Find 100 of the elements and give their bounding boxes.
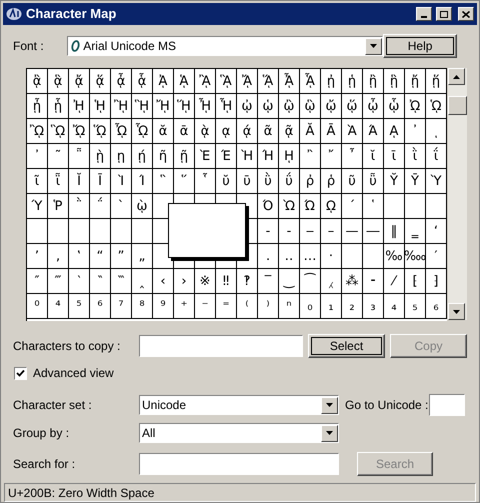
character-cell[interactable]: “ (90, 244, 111, 269)
character-cell[interactable]: ‖ (384, 219, 405, 244)
character-cell[interactable]: ᾡ (258, 94, 279, 119)
character-cell[interactable]: ᾆ (111, 69, 132, 94)
character-cell[interactable]: ₁ (321, 294, 342, 319)
character-cell[interactable]: ᾪ (27, 119, 48, 144)
character-cell[interactable]: ᾼ (384, 119, 405, 144)
character-cell[interactable]: ⁶ (90, 294, 111, 319)
character-cell[interactable]: ᾝ (174, 94, 195, 119)
character-cell[interactable]: Ώ (300, 194, 321, 219)
character-cell[interactable]: ᾚ (111, 94, 132, 119)
character-cell[interactable]: ᾍ (258, 69, 279, 94)
character-cell[interactable]: ” (111, 244, 132, 269)
character-cell[interactable]: ᾑ (342, 69, 363, 94)
character-cell[interactable]: ⁺ (174, 294, 195, 319)
character-cell[interactable]: ῞ (174, 169, 195, 194)
empty-cell[interactable] (48, 219, 69, 244)
character-cell[interactable]: ᾖ (27, 94, 48, 119)
character-cell[interactable]: ῗ (48, 169, 69, 194)
character-cell[interactable]: ‿ (279, 269, 300, 294)
character-cell[interactable]: ⁼ (216, 294, 237, 319)
character-cell[interactable]: Ή (258, 144, 279, 169)
character-cell[interactable]: ῭ (69, 194, 90, 219)
character-cell[interactable]: Ῥ (48, 194, 69, 219)
character-cell[interactable]: ᾰ (153, 119, 174, 144)
character-cell[interactable]: ᾠ (237, 94, 258, 119)
character-cell[interactable]: ῝ (153, 169, 174, 194)
character-cell[interactable]: ⁀ (300, 269, 321, 294)
checkbox[interactable] (14, 366, 27, 380)
character-cell[interactable]: ᾤ (321, 94, 342, 119)
character-cell[interactable]: Ῠ (384, 169, 405, 194)
character-cell[interactable]: Έ (216, 144, 237, 169)
character-cell[interactable]: ₀ (300, 294, 321, 319)
help-button[interactable]: Help (383, 34, 458, 58)
character-cell[interactable]: ΐ (426, 144, 447, 169)
character-cell[interactable]: ᾨ (405, 94, 426, 119)
character-cell[interactable]: ι (426, 119, 447, 144)
character-cell[interactable]: ⁷ (111, 294, 132, 319)
empty-cell[interactable] (69, 219, 90, 244)
character-cell[interactable]: – (321, 219, 342, 244)
character-cell[interactable]: ⁅ (405, 269, 426, 294)
character-cell[interactable]: ῏ (342, 144, 363, 169)
scrollbar[interactable] (448, 68, 467, 320)
character-cell[interactable]: ᾎ (279, 69, 300, 94)
character-cell[interactable]: ΰ (279, 169, 300, 194)
character-cell[interactable]: Ά (363, 119, 384, 144)
character-cell[interactable]: ⁃ (363, 269, 384, 294)
character-cell[interactable]: ῐ (363, 144, 384, 169)
character-cell[interactable]: ‧ (321, 244, 342, 269)
character-cell[interactable]: Ῡ (405, 169, 426, 194)
group-by-dropdown[interactable]: All (139, 423, 339, 443)
character-cell[interactable]: ῆ (153, 144, 174, 169)
empty-cell[interactable] (342, 244, 363, 269)
character-cell[interactable]: Ὺ (426, 169, 447, 194)
character-cell[interactable]: ῾ (363, 194, 384, 219)
maximize-button[interactable] (436, 7, 452, 21)
character-cell[interactable]: ᾣ (300, 94, 321, 119)
character-cell[interactable]: ‥ (279, 244, 300, 269)
character-cell[interactable]: Ῑ (90, 169, 111, 194)
character-cell[interactable]: ῼ (321, 194, 342, 219)
character-cell[interactable]: ᾥ (342, 94, 363, 119)
character-cell[interactable]: ῄ (132, 144, 153, 169)
character-cell[interactable]: ᾓ (384, 69, 405, 94)
search-field[interactable] (139, 453, 339, 475)
character-cell[interactable]: Ὶ (111, 169, 132, 194)
character-cell[interactable]: › (174, 269, 195, 294)
character-cell[interactable]: ⁁ (321, 269, 342, 294)
character-cell[interactable]: ῇ (174, 144, 195, 169)
character-cell[interactable]: ᾋ (216, 69, 237, 94)
character-cell[interactable]: ῎ (321, 144, 342, 169)
character-cell[interactable]: ῁ (69, 144, 90, 169)
character-cell[interactable]: ‛ (69, 244, 90, 269)
character-cell[interactable]: ᾐ (321, 69, 342, 94)
character-cell[interactable]: ⁹ (153, 294, 174, 319)
character-cell[interactable]: ῑ (384, 144, 405, 169)
character-cell[interactable]: ᾊ (195, 69, 216, 94)
character-cell[interactable]: ᾃ (48, 69, 69, 94)
empty-cell[interactable] (27, 219, 48, 244)
character-cell[interactable]: ₅ (405, 294, 426, 319)
character-cell[interactable]: Ί (132, 169, 153, 194)
character-cell[interactable]: ⁸ (132, 294, 153, 319)
character-cell[interactable]: — (342, 219, 363, 244)
character-cell[interactable]: ῀ (48, 144, 69, 169)
empty-cell[interactable] (426, 194, 447, 219)
character-cell[interactable]: ‘ (426, 219, 447, 244)
character-cell[interactable]: ᾜ (153, 94, 174, 119)
character-cell[interactable]: ῃ (111, 144, 132, 169)
character-cell[interactable]: ‼ (216, 269, 237, 294)
character-cell[interactable]: ᾒ (363, 69, 384, 94)
character-cell[interactable]: ₃ (363, 294, 384, 319)
character-cell[interactable]: ῥ (321, 169, 342, 194)
character-cell[interactable]: ᾌ (237, 69, 258, 94)
character-cell[interactable]: ⁰ (27, 294, 48, 319)
empty-cell[interactable] (405, 194, 426, 219)
character-cell[interactable]: ᾶ (258, 119, 279, 144)
character-cell[interactable]: ᾿ (27, 144, 48, 169)
character-cell[interactable]: ῖ (27, 169, 48, 194)
character-cell[interactable]: ᾴ (237, 119, 258, 144)
character-cell[interactable]: ᾫ (48, 119, 69, 144)
character-cell[interactable]: ᾭ (90, 119, 111, 144)
